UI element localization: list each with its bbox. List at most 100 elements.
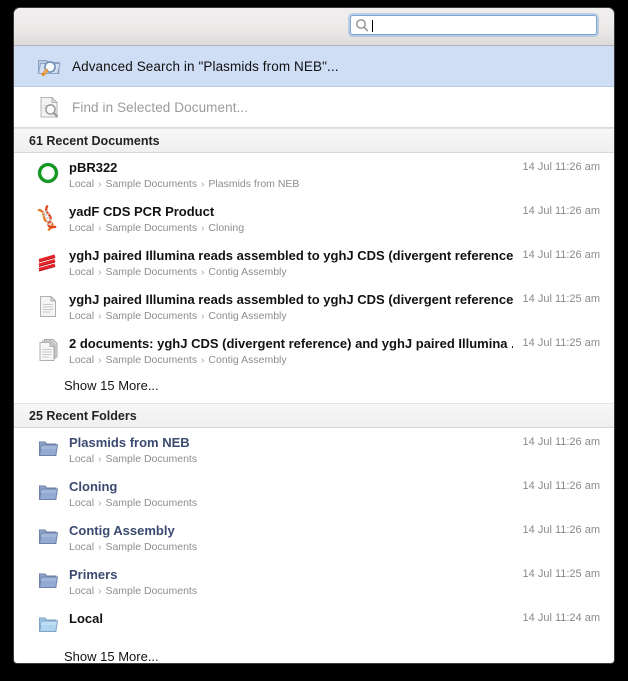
path-segment: Local bbox=[69, 585, 95, 597]
result-main: Cloning Local › Sample Documents bbox=[69, 479, 513, 510]
result-path: Local › Sample Documents › Contig Assemb… bbox=[69, 354, 513, 367]
result-timestamp: 14 Jul 11:26 am bbox=[522, 161, 600, 173]
path-separator: › bbox=[95, 354, 105, 366]
folder-search-icon bbox=[36, 53, 62, 79]
result-main: Primers Local › Sample Documents bbox=[69, 567, 513, 598]
result-timestamp: 14 Jul 11:26 am bbox=[522, 249, 600, 261]
text-caret bbox=[372, 20, 373, 32]
folder-result-row[interactable]: Contig Assembly Local › Sample Documents 1… bbox=[14, 516, 614, 560]
application-window: Advanced Search in "Plasmids from NEB"..… bbox=[0, 0, 628, 681]
folder-result-row[interactable]: Cloning Local › Sample Documents 14 Jul 11… bbox=[14, 472, 614, 516]
result-title: 2 documents: yghJ CDS (divergent referen… bbox=[69, 336, 513, 351]
action-label: Advanced Search in "Plasmids from NEB"..… bbox=[72, 58, 339, 74]
path-segment: Sample Documents bbox=[105, 585, 198, 597]
result-title: Local bbox=[69, 611, 103, 626]
result-timestamp: 14 Jul 11:26 am bbox=[522, 480, 600, 492]
result-title: yghJ paired Illumina reads assembled to … bbox=[69, 248, 513, 263]
path-segment: Sample Documents bbox=[105, 178, 198, 190]
document-result-row[interactable]: yghJ paired Illumina reads assembled to … bbox=[14, 241, 614, 285]
result-main: 2 documents: yghJ CDS (divergent referen… bbox=[69, 336, 513, 367]
path-separator: › bbox=[198, 310, 208, 322]
path-separator: › bbox=[95, 222, 105, 234]
result-timestamp: 14 Jul 11:25 am bbox=[522, 337, 600, 349]
path-segment: Local bbox=[69, 541, 95, 553]
result-title: yghJ paired Illumina reads assembled to … bbox=[69, 292, 513, 307]
path-separator: › bbox=[95, 497, 105, 509]
path-segment: Sample Documents bbox=[105, 453, 198, 465]
path-separator: › bbox=[95, 178, 105, 190]
path-segment: Local bbox=[69, 266, 95, 278]
result-main: yadF CDS PCR Product Local › Sample Docum… bbox=[69, 204, 513, 235]
result-timestamp: 14 Jul 11:26 am bbox=[522, 205, 600, 217]
result-main: Local bbox=[69, 611, 513, 627]
document-result-row[interactable]: 2 documents: yghJ CDS (divergent referen… bbox=[14, 329, 614, 373]
result-timestamp: 14 Jul 11:26 am bbox=[522, 524, 600, 536]
result-path: Local › Sample Documents › Plasmids from… bbox=[69, 178, 513, 191]
result-path: Local › Sample Documents bbox=[69, 497, 513, 510]
path-separator: › bbox=[198, 266, 208, 278]
plasmid-circle-icon bbox=[36, 161, 60, 187]
path-segment: Local bbox=[69, 310, 95, 322]
results-list: 61 Recent Documents pBR322 Local › Sample… bbox=[14, 128, 614, 663]
result-main: Plasmids from NEB Local › Sample Document… bbox=[69, 435, 513, 466]
path-segment: Contig Assembly bbox=[208, 310, 287, 322]
result-title: pBR322 bbox=[69, 160, 118, 175]
document-result-row[interactable]: yadF CDS PCR Product Local › Sample Docum… bbox=[14, 197, 614, 241]
folder-result-row[interactable]: Primers Local › Sample Documents 14 Jul 11… bbox=[14, 560, 614, 604]
path-separator: › bbox=[198, 354, 208, 366]
folder-icon bbox=[36, 480, 60, 506]
path-segment: Sample Documents bbox=[105, 497, 198, 509]
path-segment: Local bbox=[69, 354, 95, 366]
result-title: Plasmids from NEB bbox=[69, 435, 190, 450]
path-separator: › bbox=[198, 178, 208, 190]
path-separator: › bbox=[95, 541, 105, 553]
action-label: Find in Selected Document... bbox=[72, 99, 249, 115]
show-more-button[interactable]: Show 15 More... bbox=[14, 373, 614, 403]
result-timestamp: 14 Jul 11:25 am bbox=[522, 293, 600, 305]
document-search-icon bbox=[36, 94, 62, 120]
advanced-search-action[interactable]: Advanced Search in "Plasmids from NEB"..… bbox=[14, 46, 614, 87]
folder-result-row[interactable]: Local 14 Jul 11:24 am bbox=[14, 604, 614, 644]
path-segment: Contig Assembly bbox=[208, 354, 287, 366]
path-segment: Sample Documents bbox=[105, 354, 198, 366]
action-list: Advanced Search in "Plasmids from NEB"..… bbox=[14, 46, 614, 128]
result-title: Contig Assembly bbox=[69, 523, 175, 538]
show-more-button[interactable]: Show 15 More... bbox=[14, 644, 614, 663]
section-header: 61 Recent Documents bbox=[14, 128, 614, 153]
section-header: 25 Recent Folders bbox=[14, 403, 614, 428]
path-separator: › bbox=[95, 585, 105, 597]
path-segment: Local bbox=[69, 178, 95, 190]
show-more-label: Show 15 More... bbox=[64, 649, 159, 663]
result-main: Contig Assembly Local › Sample Documents bbox=[69, 523, 513, 554]
result-timestamp: 14 Jul 11:26 am bbox=[522, 436, 600, 448]
path-segment: Local bbox=[69, 222, 95, 234]
alignment-icon bbox=[36, 249, 60, 275]
result-timestamp: 14 Jul 11:25 am bbox=[522, 568, 600, 580]
search-icon bbox=[355, 18, 369, 32]
result-main: yghJ paired Illumina reads assembled to … bbox=[69, 292, 513, 323]
path-segment: Plasmids from NEB bbox=[208, 178, 300, 190]
document-result-row[interactable]: pBR322 Local › Sample Documents › Plasmid… bbox=[14, 153, 614, 197]
path-segment: Sample Documents bbox=[105, 310, 198, 322]
document-result-row[interactable]: yghJ paired Illumina reads assembled to … bbox=[14, 285, 614, 329]
result-main: yghJ paired Illumina reads assembled to … bbox=[69, 248, 513, 279]
path-segment: Sample Documents bbox=[105, 266, 198, 278]
path-segment: Cloning bbox=[208, 222, 245, 234]
folder-result-row[interactable]: Plasmids from NEB Local › Sample Document… bbox=[14, 428, 614, 472]
path-segment: Sample Documents bbox=[105, 222, 198, 234]
path-separator: › bbox=[95, 453, 105, 465]
result-path: Local › Sample Documents › Contig Assemb… bbox=[69, 266, 513, 279]
dna-helix-icon bbox=[36, 205, 60, 231]
find-in-document-action[interactable]: Find in Selected Document... bbox=[14, 87, 614, 128]
search-input[interactable] bbox=[350, 15, 597, 35]
result-title: Primers bbox=[69, 567, 118, 582]
path-segment: Contig Assembly bbox=[208, 266, 287, 278]
documents-stack-icon bbox=[36, 337, 60, 363]
toolbar bbox=[14, 8, 614, 46]
folder-icon bbox=[36, 436, 60, 462]
path-separator: › bbox=[95, 310, 105, 322]
path-separator: › bbox=[198, 222, 208, 234]
result-timestamp: 14 Jul 11:24 am bbox=[522, 612, 600, 624]
window-content: Advanced Search in "Plasmids from NEB"..… bbox=[14, 8, 614, 663]
folder-icon bbox=[36, 568, 60, 594]
